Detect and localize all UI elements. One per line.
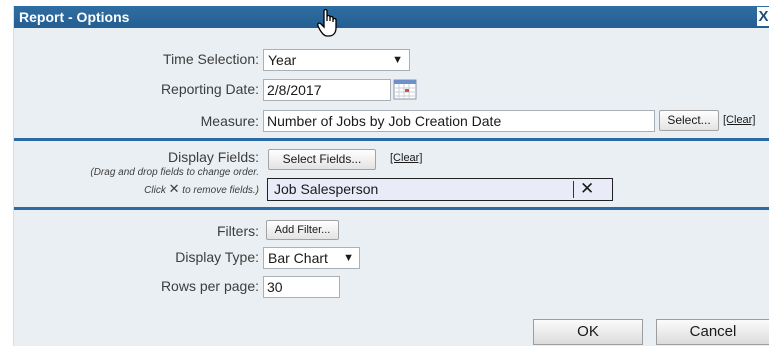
rows-per-page-input[interactable]: 30 [263, 276, 340, 298]
remove-x-icon: ✕ [168, 181, 180, 196]
display-field-label: Job Salesperson [274, 181, 379, 197]
rows-per-page-label: Rows per page: [160, 278, 259, 294]
select-fields-button[interactable]: Select Fields... [268, 149, 376, 170]
display-fields-hint-2: Click ✕ to remove fields.) [144, 181, 259, 197]
measure-clear-link[interactable]: [Clear] [723, 114, 755, 126]
display-fields-hint-1: (Drag and drop fields to change order. [90, 167, 259, 178]
chevron-down-icon: ▼ [343, 252, 354, 264]
rows-per-page-value: 30 [267, 279, 283, 295]
time-selection-label: Time Selection: [163, 51, 259, 67]
close-icon[interactable]: X [757, 7, 769, 26]
calendar-icon[interactable] [393, 78, 417, 100]
chevron-down-icon: ▼ [392, 54, 403, 66]
ok-button[interactable]: OK [533, 319, 643, 345]
hint-click-text: Click [144, 185, 166, 196]
measure-input[interactable]: Number of Jobs by Job Creation Date [263, 110, 655, 132]
report-options-dialog: Report - Options X Time Selection: Year … [13, 6, 769, 346]
dialog-title: Report - Options [19, 9, 130, 25]
time-selection-dropdown[interactable]: Year ▼ [263, 49, 410, 71]
display-fields-clear-link[interactable]: [Clear] [390, 152, 422, 164]
section-divider [14, 207, 769, 210]
hand-cursor-icon [317, 8, 337, 37]
close-symbol: X [758, 8, 769, 25]
measure-label: Measure: [200, 113, 259, 129]
display-type-dropdown[interactable]: Bar Chart ▼ [263, 247, 360, 269]
filters-label: Filters: [217, 223, 259, 239]
cancel-button[interactable]: Cancel [656, 319, 769, 345]
add-filter-button[interactable]: Add Filter... [266, 220, 339, 240]
display-field-item[interactable]: Job Salesperson ✕ [267, 178, 613, 201]
reporting-date-label: Reporting Date: [160, 81, 259, 97]
display-type-label: Display Type: [175, 249, 259, 265]
section-divider [14, 138, 769, 141]
reporting-date-value: 2/8/2017 [267, 82, 322, 98]
time-selection-value: Year [268, 52, 297, 68]
remove-field-icon[interactable]: ✕ [580, 178, 594, 199]
measure-value: Number of Jobs by Job Creation Date [267, 113, 502, 129]
tag-divider [573, 181, 574, 198]
display-fields-label: Display Fields: [167, 149, 259, 165]
display-type-value: Bar Chart [268, 250, 328, 266]
measure-select-button[interactable]: Select... [659, 110, 719, 131]
dialog-titlebar[interactable]: Report - Options X [14, 6, 769, 28]
reporting-date-input[interactable]: 2/8/2017 [263, 79, 391, 101]
hint-remove-text: to remove fields.) [182, 185, 259, 196]
